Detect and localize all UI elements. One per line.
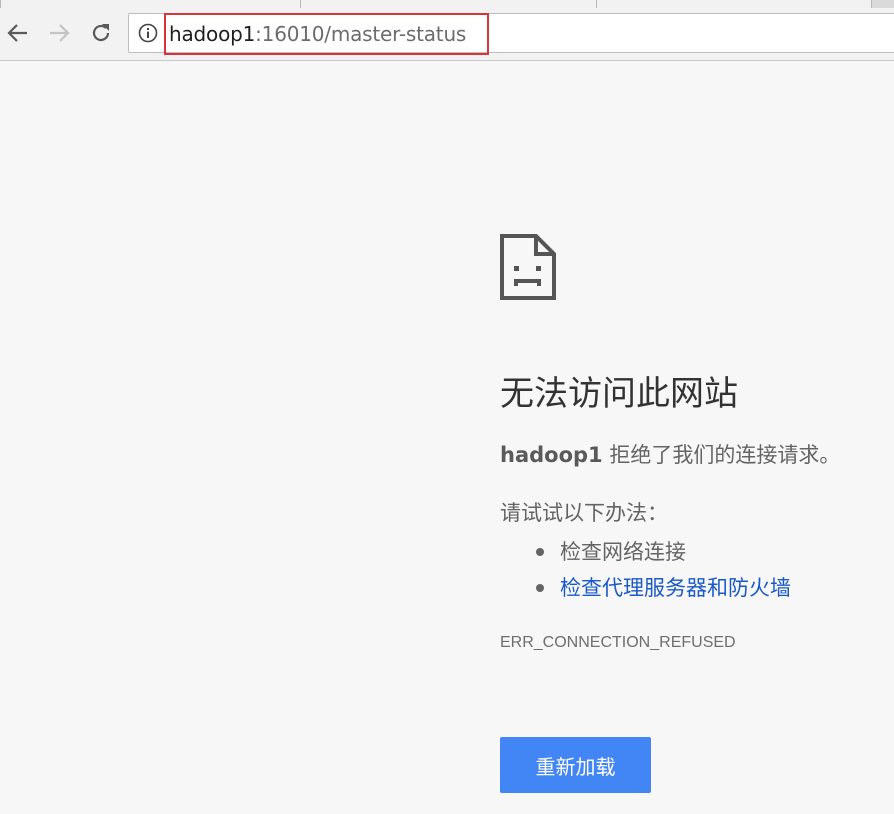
bullet-dot	[536, 584, 544, 592]
url-highlight-box	[164, 13, 489, 55]
browser-tab[interactable]	[0, 0, 302, 8]
suggestions-title: 请试试以下办法：	[500, 501, 668, 525]
suggestion-label: 检查网络连接	[560, 540, 686, 564]
suggestions-list: 检查网络连接 检查代理服务器和防火墙	[536, 534, 791, 606]
back-arrow-icon	[7, 24, 27, 42]
suggestion-label[interactable]: 检查代理服务器和防火墙	[560, 576, 791, 600]
reload-icon	[92, 24, 110, 42]
info-icon[interactable]	[138, 23, 158, 43]
suggestion-check-proxy-firewall-link[interactable]: 检查代理服务器和防火墙	[536, 570, 791, 606]
back-button[interactable]	[5, 20, 31, 46]
forward-arrow-icon	[50, 24, 70, 42]
error-description: hadoop1 拒绝了我们的连接请求。	[500, 440, 840, 470]
error-heading: 无法访问此网站	[500, 374, 738, 414]
bullet-dot	[536, 548, 544, 556]
tab-strip	[0, 0, 894, 8]
reload-button[interactable]	[88, 20, 114, 46]
error-description-text: 拒绝了我们的连接请求。	[602, 443, 841, 467]
browser-tab[interactable]	[300, 0, 598, 8]
error-code: ERR_CONNECTION_REFUSED	[500, 634, 736, 651]
forward-button[interactable]	[46, 20, 72, 46]
suggestion-check-network: 检查网络连接	[536, 534, 791, 570]
sad-page-icon	[500, 234, 556, 300]
reload-page-button[interactable]: 重新加载	[500, 737, 651, 793]
browser-tab[interactable]	[596, 0, 872, 8]
error-host: hadoop1	[500, 443, 603, 467]
